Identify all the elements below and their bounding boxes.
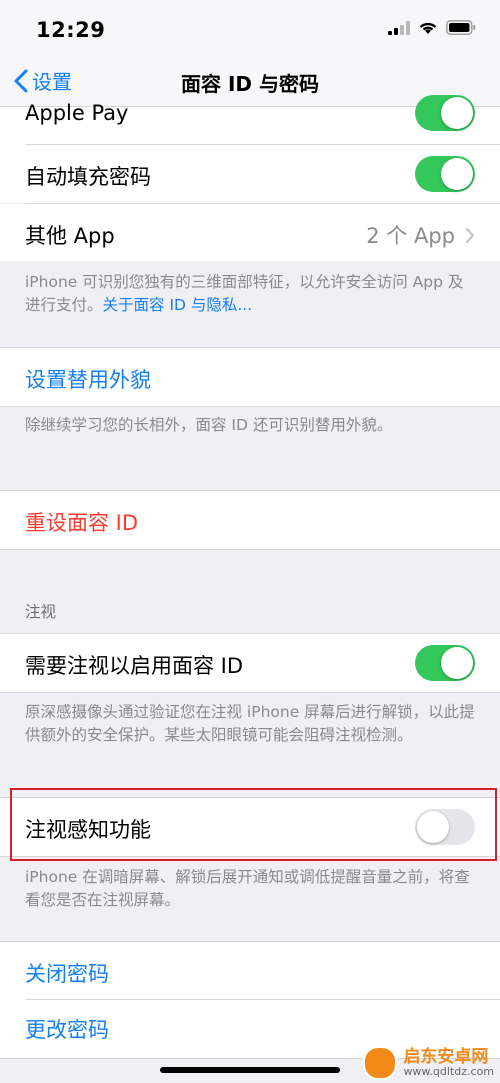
other-app-row[interactable]: 其他 App 2 个 App xyxy=(0,204,500,261)
reset-faceid-button[interactable]: 重设面容 ID xyxy=(0,490,500,550)
other-app-count: 2 个 App xyxy=(366,224,455,248)
faceid-privacy-link[interactable]: 关于面容 ID 与隐私... xyxy=(103,296,253,314)
alternate-appearance-description: 除继续学习您的长相外，面容 ID 还可识别替用外貌。 xyxy=(25,416,393,434)
set-alternate-appearance-label: 设置替用外貌 xyxy=(25,368,151,392)
other-app-label: 其他 App xyxy=(25,224,115,248)
change-passcode-label: 更改密码 xyxy=(25,1018,109,1042)
watermark-badge-icon xyxy=(363,1046,398,1080)
watermark-logo: 启东安卓网 www.qdltdz.com xyxy=(363,1046,494,1080)
turn-off-passcode-label: 关闭密码 xyxy=(25,962,109,986)
watermark-main: 启东安卓网 xyxy=(403,1047,489,1067)
turn-off-passcode-button[interactable]: 关闭密码 xyxy=(0,941,500,1000)
attention-aware-description: iPhone 在调暗屏幕、解锁后展开通知或调低提醒音量之前，将查看您是否在注视屏… xyxy=(25,868,470,909)
require-attention-label: 需要注视以启用面容 ID xyxy=(25,654,244,678)
status-time: 12:29 xyxy=(36,18,106,42)
other-app-value: 2 个 App xyxy=(366,220,475,250)
autofill-toggle[interactable] xyxy=(415,156,475,192)
require-attention-row: 需要注视以启用面容 ID xyxy=(0,633,500,693)
apple-pay-row: Apple Pay xyxy=(0,95,500,145)
home-indicator[interactable] xyxy=(160,1067,340,1073)
apple-pay-toggle[interactable] xyxy=(415,95,475,131)
require-attention-description: 原深感摄像头通过验证您在注视 iPhone 屏幕后进行解锁，以此提供额外的安全保… xyxy=(25,703,475,744)
status-bar: 12:29 xyxy=(0,0,500,58)
page-title: 面容 ID 与密码 xyxy=(181,72,319,96)
wifi-icon xyxy=(419,22,437,34)
autofill-label: 自动填充密码 xyxy=(25,165,151,189)
require-attention-toggle[interactable] xyxy=(415,645,475,681)
apple-pay-label: Apple Pay xyxy=(25,101,129,125)
highlight-box xyxy=(10,788,497,861)
faceid-description: iPhone 可识别您独有的三维面部特征，以允许安全访问 App 及进行支付。关… xyxy=(25,271,475,317)
watermark-sub: www.qdltdz.com xyxy=(403,1065,494,1078)
status-icons xyxy=(388,20,476,35)
chevron-right-icon xyxy=(465,227,475,243)
cellular-signal-icon xyxy=(388,20,410,35)
attention-section-header: 注视 xyxy=(25,603,57,621)
autofill-row: 自动填充密码 xyxy=(0,145,500,203)
battery-icon xyxy=(446,20,476,35)
reset-faceid-label: 重设面容 ID xyxy=(25,511,139,535)
set-alternate-appearance-button[interactable]: 设置替用外貌 xyxy=(0,347,500,407)
